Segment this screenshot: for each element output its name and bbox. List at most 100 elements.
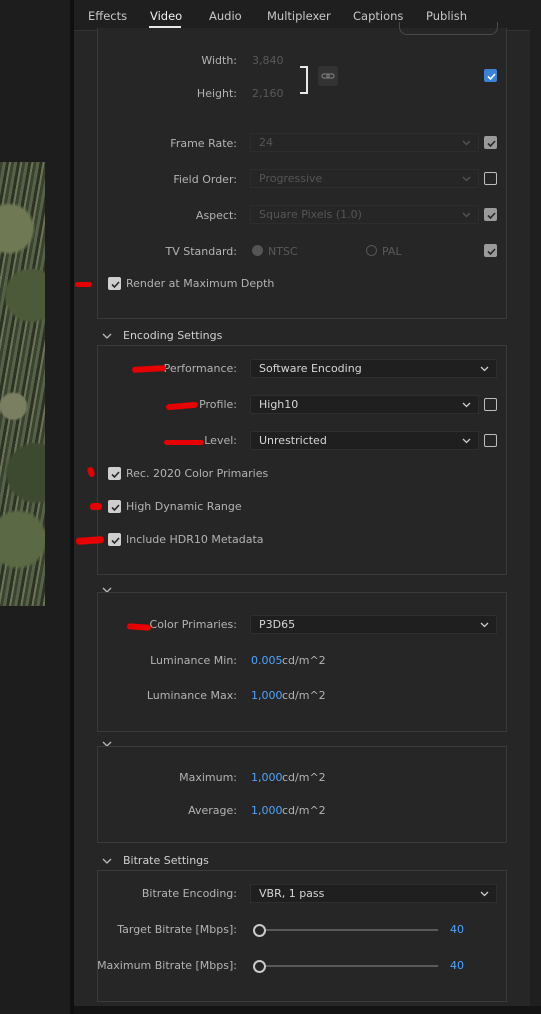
average-value[interactable]: 1,000 [251,804,283,817]
tab-captions[interactable]: Captions [353,9,403,23]
target-bitrate-slider-track[interactable] [258,929,438,931]
bitrate-encoding-dropdown[interactable]: VBR, 1 pass [250,884,497,903]
chevron-down-icon [462,212,471,218]
width-label: Width: [201,54,237,67]
level-value: Unrestricted [259,434,327,447]
bitrate-settings-title[interactable]: Bitrate Settings [123,854,209,867]
match-dimensions-checkbox[interactable] [484,69,497,82]
chevron-down-icon [462,402,471,408]
target-bitrate-value[interactable]: 40 [450,923,464,936]
profile-value: High10 [259,398,299,411]
bottom-edge [74,1006,541,1014]
color-primaries-label: Color Primaries: [149,618,237,631]
maximum-label: Maximum: [179,771,237,784]
chevron-down-icon [480,622,489,628]
pal-radio[interactable] [366,245,377,256]
ntsc-radio[interactable] [252,245,263,256]
target-bitrate-label: Target Bitrate [Mbps]: [117,923,237,936]
luminance-min-label: Luminance Min: [150,654,237,667]
link-dimensions-button[interactable] [318,66,338,86]
field-order-dropdown[interactable]: Progressive [250,169,479,188]
level-checkbox[interactable] [484,434,497,447]
annotation-mark [75,282,92,287]
color-primaries-value: P3D65 [259,618,296,631]
tab-publish[interactable]: Publish [426,9,467,23]
ntsc-label: NTSC [268,245,298,258]
aspect-dropdown[interactable]: Square Pixels (1.0) [250,205,479,224]
rec2020-label: Rec. 2020 Color Primaries [126,467,269,480]
aspect-checkbox[interactable] [484,208,497,221]
bitrate-encoding-label: Bitrate Encoding: [141,887,237,900]
checkmark-icon [487,248,496,256]
annotation-mark [164,440,204,445]
hdr-label: High Dynamic Range [126,500,242,513]
chain-link-icon [321,73,335,79]
rec2020-checkbox[interactable] [108,467,121,480]
frame-rate-value: 24 [259,136,273,149]
luminance-min-unit: cd/m^2 [282,654,326,667]
field-order-checkbox[interactable] [484,172,497,185]
checkmark-icon [111,471,120,479]
chevron-down-icon [480,366,489,372]
tab-audio[interactable]: Audio [209,9,242,23]
chevron-down-icon[interactable] [102,856,112,866]
profile-dropdown[interactable]: High10 [250,395,479,414]
tab-effects[interactable]: Effects [88,9,127,23]
annotation-mark [90,503,102,510]
maximum-unit: cd/m^2 [282,771,326,784]
max-bitrate-value[interactable]: 40 [450,959,464,972]
max-bitrate-slider-track[interactable] [258,965,438,967]
profile-checkbox[interactable] [484,398,497,411]
average-label: Average: [188,804,237,817]
tv-standard-checkbox[interactable] [484,244,497,257]
level-label: Level: [204,434,237,447]
height-value[interactable]: 2,160 [252,87,284,100]
checkmark-icon [111,537,120,545]
field-order-value: Progressive [259,172,323,185]
hdr10-metadata-label: Include HDR10 Metadata [126,533,264,546]
height-label: Height: [196,87,237,100]
video-preview-thumbnail [0,162,45,606]
max-bitrate-label: Maximum Bitrate [Mbps]: [97,959,237,972]
average-unit: cd/m^2 [282,804,326,817]
luminance-min-value[interactable]: 0.005 [251,654,283,667]
checkmark-icon [487,73,496,81]
aspect-value: Square Pixels (1.0) [259,208,362,221]
encoding-settings-title[interactable]: Encoding Settings [123,329,222,342]
chevron-down-icon [462,438,471,444]
field-order-label: Field Order: [173,173,237,186]
profile-label: Profile: [199,398,237,411]
frame-rate-label: Frame Rate: [170,137,237,150]
luminance-max-unit: cd/m^2 [282,689,326,702]
tv-standard-label: TV Standard: [165,245,238,258]
level-dropdown[interactable]: Unrestricted [250,431,479,450]
hdr10-metadata-checkbox[interactable] [108,533,121,546]
hdr-checkbox[interactable] [108,500,121,513]
checkmark-icon [487,140,496,148]
pal-label: PAL [382,245,402,258]
performance-dropdown[interactable]: Software Encoding [250,359,497,378]
chevron-down-icon [462,176,471,182]
chevron-down-icon[interactable] [102,331,112,341]
chevron-down-icon [462,140,471,146]
tab-video[interactable]: Video [150,9,182,23]
color-primaries-dropdown[interactable]: P3D65 [250,615,497,634]
render-max-depth-checkbox[interactable] [108,277,121,290]
frame-rate-dropdown[interactable]: 24 [250,133,479,152]
frame-rate-checkbox[interactable] [484,136,497,149]
luminance-max-label: Luminance Max: [146,689,237,702]
checkmark-icon [111,281,120,289]
maximum-value[interactable]: 1,000 [251,771,283,784]
max-bitrate-slider-thumb[interactable] [253,960,266,973]
checkmark-icon [487,212,496,220]
performance-value: Software Encoding [259,362,362,375]
luminance-max-value[interactable]: 1,000 [251,689,283,702]
target-bitrate-slider-thumb[interactable] [253,924,266,937]
aspect-label: Aspect: [195,209,237,222]
scrollbar[interactable] [530,30,541,1014]
chevron-down-icon [480,891,489,897]
width-value[interactable]: 3,840 [252,54,284,67]
match-source-button[interactable] [399,22,498,35]
render-max-depth-label: Render at Maximum Depth [126,277,275,290]
tab-multiplexer[interactable]: Multiplexer [267,9,331,23]
